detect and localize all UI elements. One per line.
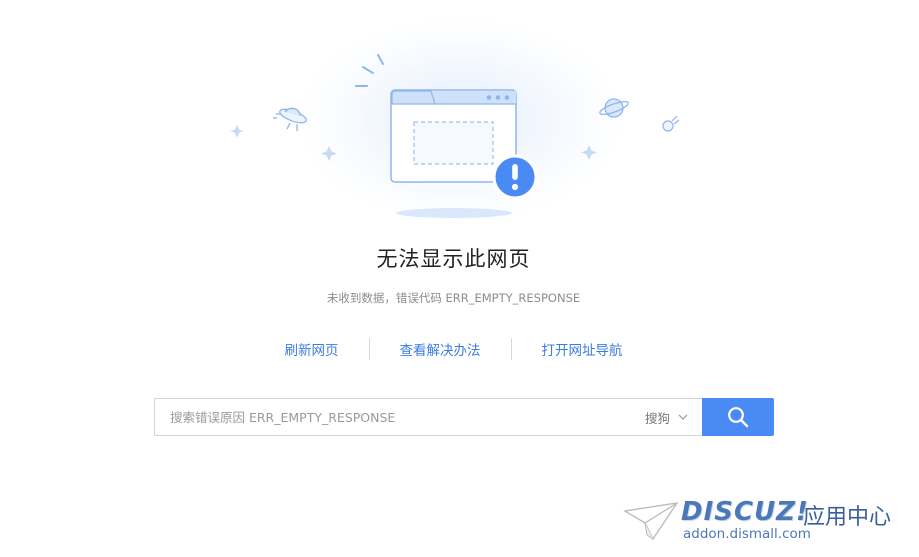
watermark-brand-cn: 应用中心 [803,505,892,530]
search-icon [728,407,749,428]
nav-link[interactable]: 打开网址导航 [512,339,653,359]
search-button[interactable] [702,398,774,436]
comet-icon [662,115,680,132]
search-engine-label: 搜狗 [644,410,670,426]
watermark-brand: DISCUZ! [681,497,809,527]
refresh-link[interactable]: 刷新网页 [255,339,369,359]
ufo-icon [273,107,307,131]
watermark: DISCUZ! 应用中心 addon.dismall.com [623,497,905,543]
search-input[interactable] [155,400,645,434]
browser-shadow [396,208,512,218]
burst-lines-icon [355,54,384,87]
error-illustration [229,54,680,218]
action-links: 刷新网页 查看解决办法 打开网址导航 [0,337,907,361]
search-engine-dropdown[interactable]: 搜狗 [645,408,702,427]
planet-icon [599,98,629,118]
error-code-text: 未收到数据，错误代码 ERR_EMPTY_RESPONSE [326,291,581,305]
chevron-down-icon [678,414,688,420]
search-box: 搜狗 [154,398,702,436]
paper-plane-icon [623,502,679,541]
error-page: 无法显示此网页 未收到数据，错误代码 ERR_EMPTY_RESPONSE 刷新… [0,0,919,557]
solutions-link[interactable]: 查看解决办法 [370,339,511,359]
watermark-url: addon.dismall.com [683,526,811,542]
alert-icon [492,154,538,200]
search-bar: 搜狗 [154,398,774,436]
page-title: 无法显示此网页 [376,247,531,271]
